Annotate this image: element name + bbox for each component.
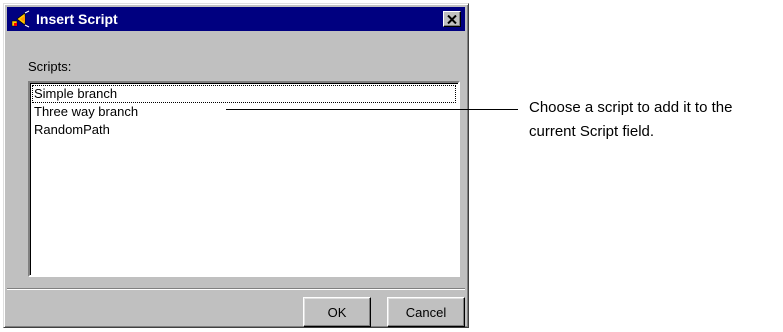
close-button[interactable] [443, 11, 461, 27]
dialog-title: Insert Script [36, 11, 118, 27]
scripts-listbox[interactable]: Simple branch Three way branch RandomPat… [28, 81, 460, 277]
close-icon [447, 14, 457, 24]
scripts-label: Scripts: [28, 59, 72, 74]
callout-line-2: current Script field. [529, 123, 655, 140]
callout-leader-line [226, 109, 518, 110]
list-item[interactable]: RandomPath [32, 121, 456, 139]
ok-button[interactable]: OK [303, 297, 371, 327]
callout-annotation: Choose a script to add it to the current… [529, 96, 779, 144]
cancel-button[interactable]: Cancel [387, 297, 465, 327]
title-bar[interactable]: Insert Script [7, 7, 465, 31]
list-item[interactable]: Three way branch [32, 103, 456, 121]
callout-line-1: Choose a script to add it to the [529, 99, 733, 116]
divider [7, 288, 465, 290]
list-item[interactable]: Simple branch [32, 85, 456, 103]
insert-script-dialog: Insert Script Scripts: Simple branch Thr… [3, 3, 469, 328]
script-app-icon [9, 7, 33, 31]
